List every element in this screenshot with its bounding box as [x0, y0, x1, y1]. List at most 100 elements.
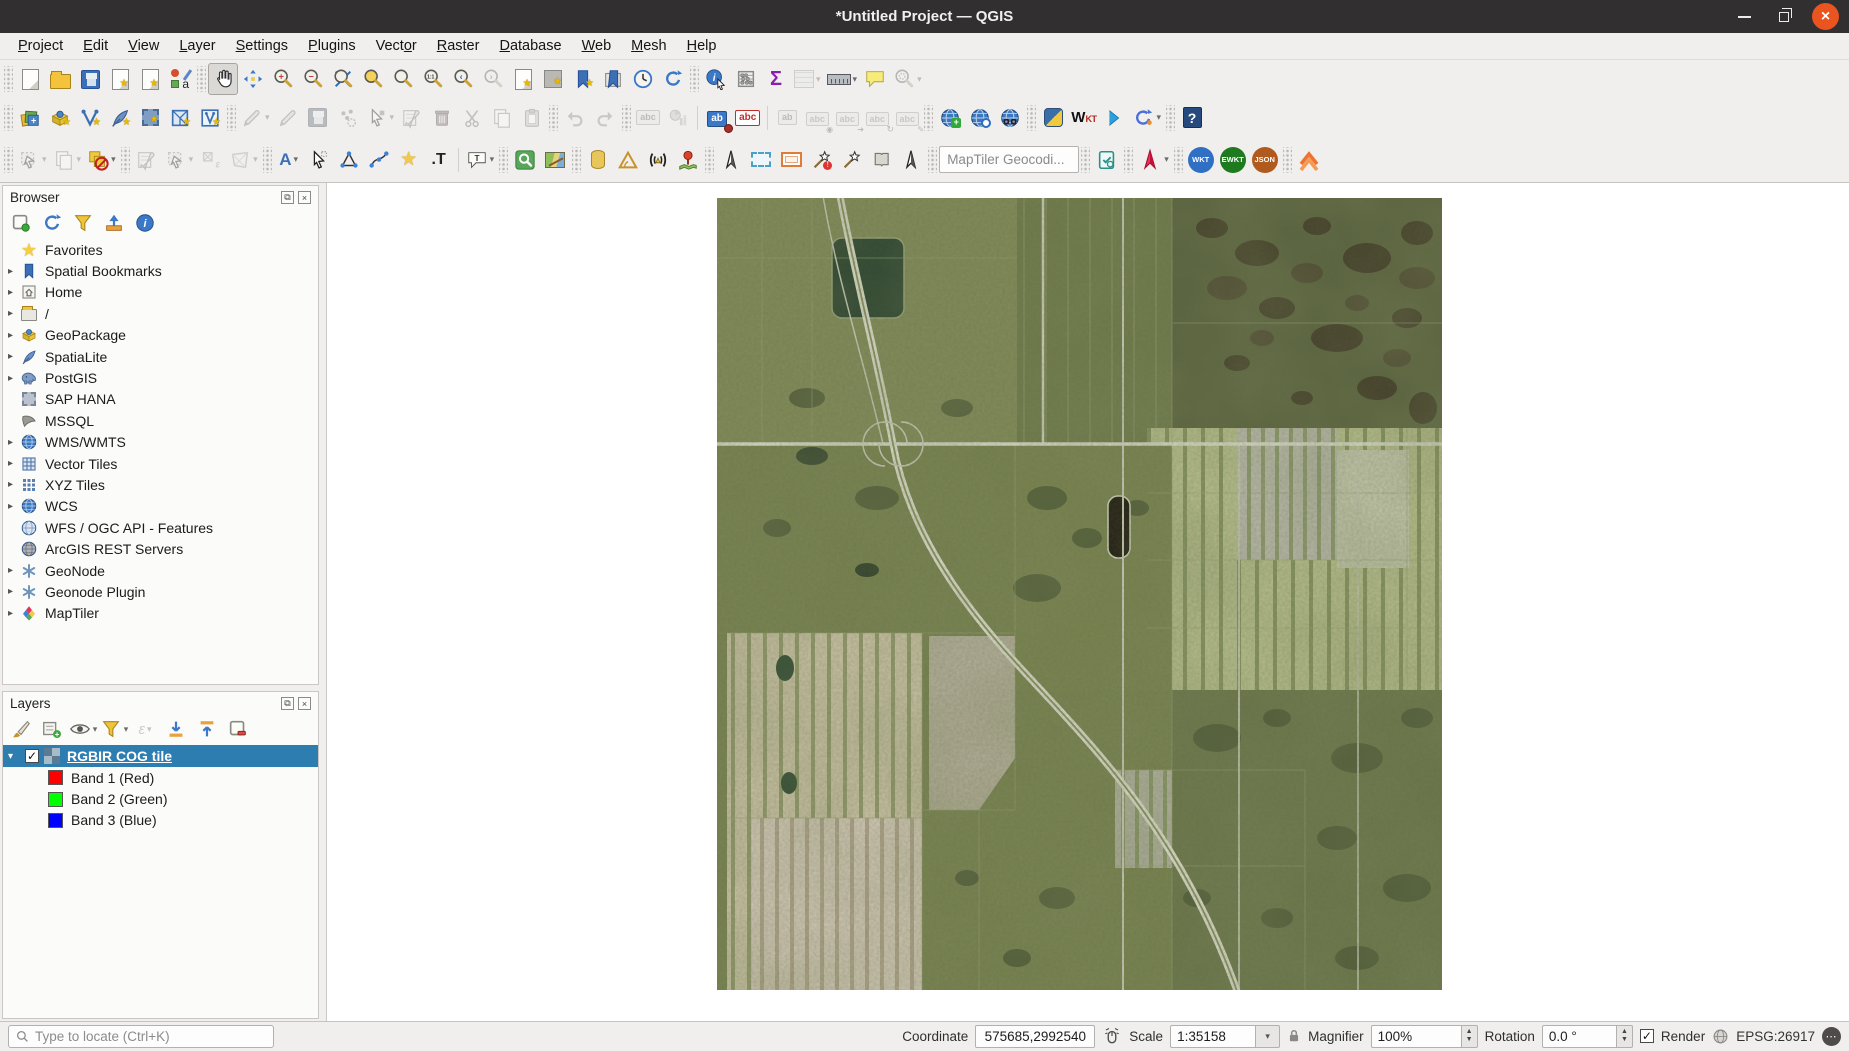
- paste-features-button[interactable]: [517, 102, 547, 134]
- manage-map-themes-button[interactable]: ▾: [73, 719, 93, 739]
- new-spatial-bookmark-button[interactable]: ★: [568, 63, 598, 95]
- expand-arrow-icon[interactable]: ▸: [8, 586, 20, 597]
- remove-layer-button[interactable]: [228, 719, 248, 739]
- expand-arrow-icon[interactable]: ▸: [8, 565, 20, 576]
- magnifier-value[interactable]: 100%: [1371, 1025, 1461, 1048]
- new-map-view-button[interactable]: ★: [508, 63, 538, 95]
- open-attribute-table-button[interactable]: ▾: [791, 63, 824, 95]
- open-field-calculator-button[interactable]: [132, 144, 162, 176]
- save-project-button[interactable]: [75, 63, 105, 95]
- browser-item-spatial-bookmarks[interactable]: ▸Spatial Bookmarks: [3, 260, 318, 281]
- toolbar-grip[interactable]: [1166, 105, 1175, 131]
- metasearch-button[interactable]: [995, 102, 1025, 134]
- layer-item-rgbir-cog-tile[interactable]: ▾ ✓ RGBIR COG tile: [3, 745, 318, 767]
- browser-item-wms-wmts[interactable]: ▸WMS/WMTS: [3, 432, 318, 453]
- browser-item-wfs-ogc-api-features[interactable]: WFS / OGC API - Features: [3, 517, 318, 538]
- expand-arrow-icon[interactable]: ▸: [8, 501, 20, 512]
- identify-features-button[interactable]: i: [701, 63, 731, 95]
- move-label-button[interactable]: abc➜: [832, 102, 862, 134]
- change-label-properties-button[interactable]: abc✎: [892, 102, 922, 134]
- gps-tools-button[interactable]: [643, 144, 673, 176]
- cut-features-button[interactable]: [457, 102, 487, 134]
- layer-diagram-options-button[interactable]: [663, 102, 693, 134]
- expand-arrow-icon[interactable]: ▸: [8, 266, 20, 277]
- browser-item-favorites[interactable]: ★Favorites: [3, 239, 318, 260]
- help-contents-button[interactable]: ?: [1177, 102, 1207, 134]
- expand-arrow-icon[interactable]: ▸: [8, 458, 20, 469]
- show-hide-labels-button[interactable]: abc◉: [802, 102, 832, 134]
- layer-band-row[interactable]: Band 2 (Green): [3, 788, 318, 809]
- rotation-spin-buttons[interactable]: ▲▼: [1616, 1025, 1633, 1048]
- zoom-last-button[interactable]: ‹: [448, 63, 478, 95]
- layers-float-button[interactable]: ⧉: [281, 697, 294, 710]
- add-sap-hana-layer-button[interactable]: ★: [135, 102, 165, 134]
- filter-legend-button[interactable]: ▾: [104, 719, 124, 739]
- select-wand-button[interactable]: [836, 144, 866, 176]
- osm-place-search-button[interactable]: [510, 144, 540, 176]
- select-annotation-button[interactable]: [304, 144, 334, 176]
- plugin-reloader-button[interactable]: ▾: [1129, 102, 1164, 134]
- temporal-controller-button[interactable]: [628, 63, 658, 95]
- scale-dropdown-button[interactable]: ▾: [1256, 1025, 1280, 1048]
- restore-button[interactable]: [1772, 5, 1796, 29]
- redo-button[interactable]: [590, 102, 620, 134]
- toolbar-grip[interactable]: [924, 105, 933, 131]
- copy-features-button[interactable]: [487, 102, 517, 134]
- expand-all-layers-button[interactable]: [166, 719, 186, 739]
- layer-band-row[interactable]: Band 3 (Blue): [3, 810, 318, 831]
- annotation-layer-button[interactable]: A▾: [274, 144, 304, 176]
- menu-web[interactable]: Web: [572, 36, 622, 56]
- coordinate-input[interactable]: 575685,2992540: [975, 1025, 1095, 1048]
- current-edits-button[interactable]: ▾: [238, 102, 273, 134]
- add-geopackage-layer-button[interactable]: ★: [45, 102, 75, 134]
- style-manager-button[interactable]: a: [165, 63, 195, 95]
- metasearch-search-button[interactable]: [965, 102, 995, 134]
- maptiler-geocoder-input[interactable]: [939, 146, 1079, 173]
- minimize-button[interactable]: [1732, 5, 1756, 29]
- expand-arrow-icon[interactable]: ▸: [8, 479, 20, 490]
- toolbar-grip[interactable]: [549, 105, 558, 131]
- layers-close-button[interactable]: ×: [298, 697, 311, 710]
- open-data-source-manager-button[interactable]: +: [15, 102, 45, 134]
- select-by-value-button[interactable]: ▾: [50, 144, 85, 176]
- collapse-all-layers-button[interactable]: [197, 719, 217, 739]
- north-arrow-help-button[interactable]: [896, 144, 926, 176]
- toolbar-grip[interactable]: [499, 147, 508, 173]
- check-geometries-button[interactable]: [1092, 144, 1122, 176]
- menu-edit[interactable]: Edit: [73, 36, 118, 56]
- toolbar-grip[interactable]: [1124, 147, 1133, 173]
- toolbar-grip[interactable]: [121, 147, 130, 173]
- move-feature-button[interactable]: ▾: [162, 144, 197, 176]
- undo-button[interactable]: [560, 102, 590, 134]
- collapse-all-browser-button[interactable]: [104, 213, 124, 233]
- show-properties-button[interactable]: i: [135, 213, 155, 233]
- menu-mesh[interactable]: Mesh: [621, 36, 676, 56]
- zoom-full-button[interactable]: [328, 63, 358, 95]
- toggle-editing-button[interactable]: [273, 102, 303, 134]
- db-manager-button[interactable]: [583, 144, 613, 176]
- rotation-spinbox[interactable]: 0.0 ° ▲▼: [1542, 1025, 1633, 1048]
- copy-as-json-button[interactable]: JSON: [1249, 144, 1281, 176]
- select-features-button[interactable]: ▾: [15, 144, 50, 176]
- menu-plugins[interactable]: Plugins: [298, 36, 366, 56]
- toolbar-grip[interactable]: [263, 147, 272, 173]
- wkt-tools-button[interactable]: WKT: [1068, 102, 1099, 134]
- toolbar-grip[interactable]: [227, 105, 236, 131]
- expand-arrow-icon[interactable]: ▸: [8, 608, 20, 619]
- mouse-extents-icon[interactable]: [1102, 1027, 1122, 1045]
- filter-browser-button[interactable]: [73, 213, 93, 233]
- open-project-button[interactable]: [45, 63, 75, 95]
- browser-float-button[interactable]: ⧉: [281, 191, 294, 204]
- azimuth-north-arrow-button[interactable]: ▾: [1135, 144, 1172, 176]
- scale-input[interactable]: 1:35158: [1170, 1025, 1256, 1048]
- toolbar-grip[interactable]: [197, 66, 206, 92]
- maptiler-plugin-button[interactable]: [1294, 144, 1324, 176]
- locator-input[interactable]: Type to locate (Ctrl+K): [8, 1025, 274, 1048]
- add-virtual-layer-button[interactable]: ★: [195, 102, 225, 134]
- toolbar-grip[interactable]: [572, 147, 581, 173]
- show-layout-manager-button[interactable]: ★: [135, 63, 165, 95]
- new-print-layout-button[interactable]: ★: [105, 63, 135, 95]
- rotate-label-button[interactable]: abc↻: [862, 102, 892, 134]
- vertex-tool-button[interactable]: ▾: [363, 102, 398, 134]
- render-checkbox[interactable]: ✓: [1640, 1029, 1654, 1043]
